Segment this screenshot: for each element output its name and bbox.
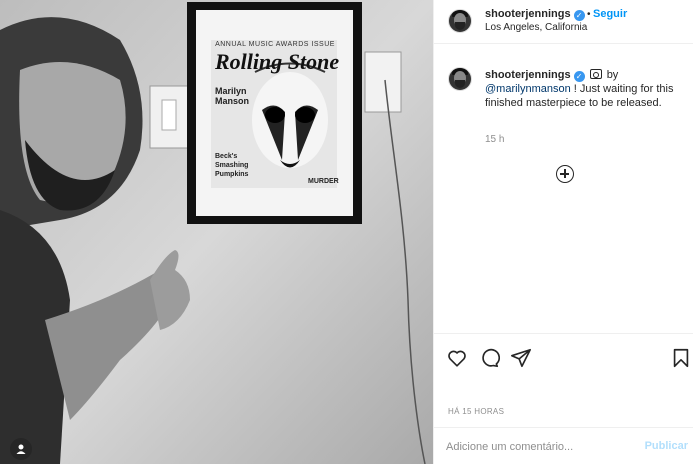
tagged-users-button[interactable] bbox=[10, 438, 32, 460]
comment-input[interactable] bbox=[446, 438, 636, 456]
cover-line-murder: MURDER bbox=[308, 178, 339, 185]
comment-button[interactable] bbox=[478, 347, 501, 369]
user-icon bbox=[16, 444, 26, 454]
magazine-masthead: Rolling Stone bbox=[215, 49, 340, 74]
plus-circle-icon[interactable] bbox=[556, 165, 574, 183]
caption-by: by bbox=[606, 69, 619, 81]
post-date: HÁ 15 HORAS bbox=[448, 407, 505, 416]
save-button[interactable] bbox=[670, 347, 692, 369]
cover-line-manson: Marilyn Manson bbox=[215, 86, 250, 106]
post-username[interactable]: shooterjennings ✓ bbox=[485, 8, 585, 21]
comment-form: Publicar bbox=[434, 427, 693, 464]
comment-icon bbox=[482, 348, 501, 368]
heart-icon bbox=[448, 350, 466, 367]
bookmark-icon bbox=[673, 348, 689, 368]
caption-time: 15 h bbox=[485, 134, 505, 145]
post-header: shooterjennings ✓ • Seguir Los Angeles, C… bbox=[434, 0, 693, 44]
cover-line-stories: Beck's Smashing Pumpkins bbox=[215, 153, 249, 178]
paper-plane-icon bbox=[511, 348, 531, 368]
like-button[interactable] bbox=[446, 347, 468, 369]
follow-button[interactable]: Seguir bbox=[593, 8, 627, 20]
mention-link[interactable]: @marilynmanson bbox=[485, 83, 571, 95]
verified-badge-icon: ✓ bbox=[573, 71, 585, 82]
camera-icon bbox=[589, 69, 602, 79]
caption-username[interactable]: shooterjennings bbox=[485, 69, 571, 81]
post-sidebar: shooterjennings ✓ • Seguir Los Angeles, C… bbox=[433, 0, 693, 464]
wall-outlet bbox=[364, 51, 402, 113]
share-button[interactable] bbox=[510, 347, 532, 369]
separator-dot: • bbox=[587, 9, 591, 20]
action-bar bbox=[434, 333, 693, 381]
caption-avatar[interactable] bbox=[448, 67, 472, 91]
post-location[interactable]: Los Angeles, California bbox=[485, 22, 587, 33]
magazine-banner: ANNUAL MUSIC AWARDS ISSUE bbox=[215, 41, 335, 48]
verified-badge-icon: ✓ bbox=[573, 10, 585, 21]
publish-button[interactable]: Publicar bbox=[645, 440, 688, 452]
avatar[interactable] bbox=[448, 9, 472, 33]
caption-text: shooterjennings ✓ by @marilynmanson ! Jus… bbox=[485, 68, 685, 110]
post-photo[interactable]: ANNUAL MUSIC AWARDS ISSUE Rolling Stone … bbox=[0, 0, 433, 464]
